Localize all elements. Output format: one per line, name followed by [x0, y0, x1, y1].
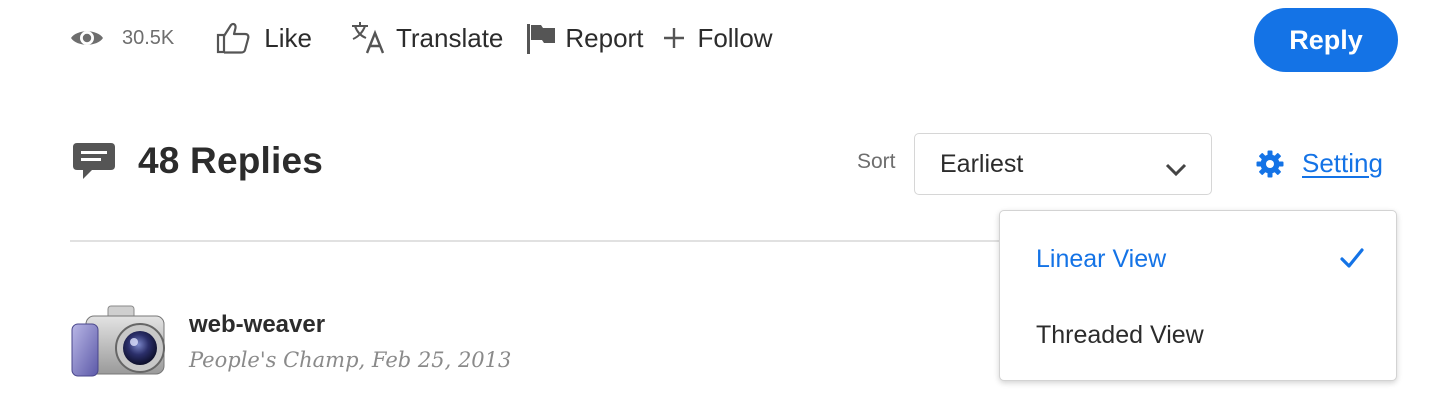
- post-meta: People's Champ, Feb 25, 2013: [189, 348, 512, 372]
- follow-label: Follow: [697, 22, 773, 53]
- setting-label: Setting: [1302, 148, 1383, 178]
- sort-selected-value: Earliest: [940, 149, 1024, 178]
- reply-button[interactable]: Reply: [1254, 8, 1398, 72]
- translate-icon: [350, 21, 386, 55]
- post-actions-bar: 30.5K Like Translate Report Follow: [70, 14, 773, 62]
- author-name[interactable]: web-weaver: [189, 311, 325, 339]
- sort-dropdown[interactable]: Earliest: [914, 133, 1212, 195]
- post-date: Feb 25, 2013: [371, 348, 512, 372]
- gear-icon: [1256, 150, 1284, 178]
- views-count-value: 30.5K: [122, 26, 175, 49]
- menu-item-threaded-view[interactable]: Threaded View: [1000, 305, 1396, 365]
- sort-label: Sort: [857, 150, 896, 173]
- thumbs-up-icon: [216, 21, 250, 55]
- setting-link[interactable]: Setting: [1256, 148, 1383, 179]
- check-icon: [1340, 247, 1364, 276]
- report-label: Report: [565, 22, 644, 53]
- comment-icon: [72, 141, 116, 181]
- follow-button[interactable]: Follow: [663, 22, 773, 54]
- plus-icon: [663, 27, 685, 49]
- like-label: Like: [264, 22, 312, 53]
- forum-thread-page: 30.5K Like Translate Report Follow Reply…: [0, 0, 1445, 406]
- translate-button[interactable]: Translate: [350, 21, 503, 55]
- flag-icon: [525, 21, 557, 55]
- chevron-down-icon: [1165, 155, 1187, 184]
- replies-header: 48 Replies: [72, 140, 323, 182]
- menu-item-label: Linear View: [1036, 244, 1167, 273]
- report-button[interactable]: Report: [525, 21, 643, 55]
- translate-label: Translate: [395, 22, 504, 53]
- replies-count-title: 48 Replies: [138, 140, 324, 181]
- menu-item-label: Threaded View: [1036, 320, 1204, 349]
- view-options-menu: Linear View Threaded View: [999, 210, 1397, 381]
- like-button[interactable]: Like: [216, 21, 312, 55]
- views-count: 30.5K: [70, 26, 174, 50]
- author-rank: People's Champ: [189, 348, 359, 372]
- menu-item-linear-view[interactable]: Linear View: [1000, 229, 1396, 289]
- camera-avatar-icon: [71, 305, 165, 377]
- section-divider: [70, 240, 1020, 242]
- eye-icon: [70, 26, 104, 50]
- author-avatar[interactable]: [68, 302, 170, 382]
